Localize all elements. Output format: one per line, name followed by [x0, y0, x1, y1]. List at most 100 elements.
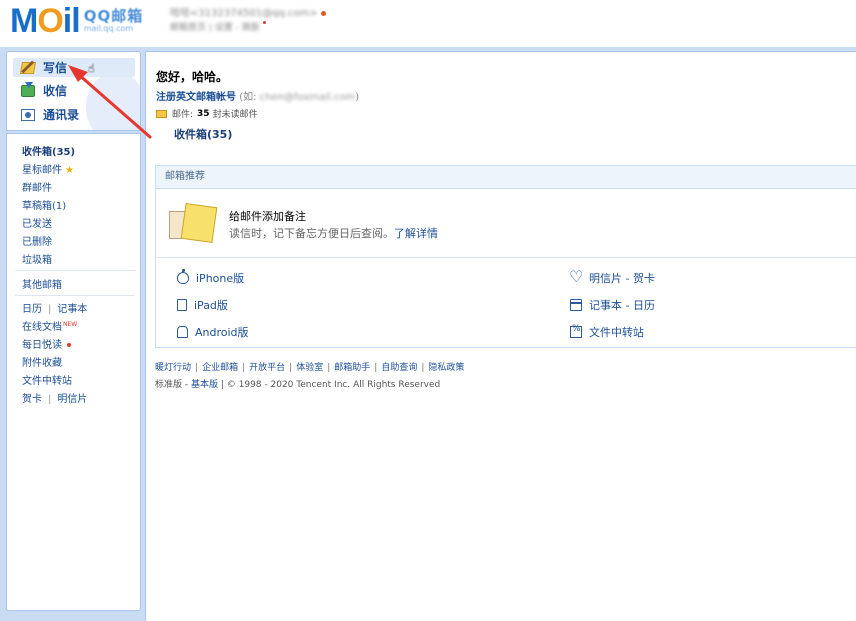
notebook-label: 记事本 - 日历: [589, 299, 655, 312]
footer-link[interactable]: 暖灯行动: [155, 363, 191, 373]
unread-count: 35: [197, 108, 210, 119]
online-docs-label: 在线文档: [22, 322, 62, 333]
sidebar-item-deleted[interactable]: 已删除: [22, 233, 52, 248]
footer-link[interactable]: 企业邮箱: [202, 363, 238, 373]
sidebar-item-file-transfer[interactable]: 文件中转站: [22, 372, 72, 387]
calendar-icon: [570, 299, 582, 311]
sidebar-divider: [15, 295, 135, 296]
footer-copyright: 标准版 - 基本版 | © 1998 - 2020 Tencent Inc. A…: [155, 377, 440, 390]
file-transfer-label: 文件中转站: [589, 326, 644, 339]
unread-dot-icon: [67, 343, 71, 347]
app-iphone-link[interactable]: iPhone版: [177, 269, 245, 286]
sidebar-folder-list: 收件箱(35) 星标邮件 ★ 群邮件 草稿箱(1) 已发送 已删除 垃圾箱 其他邮…: [6, 133, 141, 611]
footer-link[interactable]: 隐私政策: [428, 363, 464, 373]
sidebar-divider: [15, 270, 135, 271]
status-dot-icon: [320, 10, 326, 16]
receive-mail-button[interactable]: 收信: [13, 81, 135, 100]
sidebar-item-drafts[interactable]: 草稿箱(1): [22, 197, 66, 212]
recommend-title: 邮箱推荐: [156, 166, 856, 189]
sidebar-item-daily-reading[interactable]: 每日悦读: [22, 336, 71, 351]
main-panel: 您好，哈哈。 注册英文邮箱帐号 (如: chen@foxmail.com) 邮件…: [145, 51, 856, 621]
footer-link[interactable]: 自助查询: [381, 363, 417, 373]
footer-link[interactable]: 开放平台: [249, 363, 285, 373]
basic-version-link[interactable]: 基本版: [191, 380, 218, 390]
register-link[interactable]: 注册英文邮箱帐号: [156, 92, 236, 103]
sidebar-item-notes[interactable]: 记事本: [57, 304, 87, 315]
sidebar-item-spam[interactable]: 垃圾箱: [22, 251, 52, 266]
app-postcard-link[interactable]: 明信片 - 贺卡: [569, 267, 655, 286]
tablet-icon: [177, 299, 187, 311]
pipe-divider: |: [48, 304, 52, 315]
envelope-icon: [156, 109, 167, 118]
version-dash: -: [182, 380, 191, 390]
learn-more-link[interactable]: 了解详情: [394, 227, 438, 240]
hand-cursor-icon: ☝: [88, 62, 95, 75]
sidebar-item-attachments[interactable]: 附件收藏: [22, 354, 62, 369]
pipe-divider: |: [48, 394, 52, 405]
logo-mail-text: MOil: [10, 2, 81, 40]
note-feature-desc: 读信时，记下备忘方便日后查阅。了解详情: [229, 225, 438, 241]
sidebar-item-sent[interactable]: 已发送: [22, 215, 52, 230]
logo-domain: mail.qq.com: [83, 23, 134, 33]
sidebar-item-postcards[interactable]: 明信片: [57, 394, 87, 405]
register-english-account: 注册英文邮箱帐号 (如: chen@foxmail.com): [156, 88, 359, 103]
pipe-divider: |: [289, 363, 293, 373]
sidebar-item-other-mailboxes[interactable]: 其他邮箱: [22, 276, 62, 291]
sidebar-item-groups[interactable]: 群邮件: [22, 179, 52, 194]
pipe-divider: |: [242, 363, 246, 373]
recommend-panel: 邮箱推荐 给邮件添加备注 读信时，记下备忘方便日后查阅。了解详情 iPhone版…: [155, 165, 856, 348]
app-notebook-link[interactable]: 记事本 - 日历: [570, 297, 655, 313]
contacts-button[interactable]: 通讯录: [13, 105, 135, 124]
compose-button[interactable]: 写信: [13, 58, 135, 77]
footer-link[interactable]: 体验室: [296, 363, 323, 373]
pipe-divider: |: [421, 363, 425, 373]
pencil-note-icon: [19, 61, 37, 74]
android-icon: [177, 326, 188, 338]
sidebar-item-inbox[interactable]: 收件箱(35): [22, 143, 75, 158]
greeting-text: 您好，哈哈。: [156, 70, 229, 84]
heart-icon: [569, 267, 583, 286]
user-info: 哈哈<3132374501@qq.com> 邮箱首页 | 设置 - 换肤: [170, 6, 326, 36]
starred-label: 星标邮件: [22, 165, 62, 176]
iphone-label: iPhone版: [196, 272, 245, 285]
register-hint-suffix: ): [355, 92, 360, 103]
inbox-shortcut-link[interactable]: 收件箱(35): [174, 126, 232, 142]
logo-qq-block: QQ邮箱 mail.qq.com: [84, 8, 144, 33]
sidebar-item-online-docs[interactable]: 在线文档NEW: [22, 318, 77, 333]
note-desc-text: 读信时，记下备忘方便日后查阅。: [229, 227, 394, 240]
receive-label: 收信: [43, 84, 68, 98]
register-hint-example: chen@foxmail.com: [259, 92, 356, 103]
compose-label: 写信: [43, 61, 68, 75]
sidebar-item-cards[interactable]: 贺卡: [22, 394, 42, 405]
pipe-divider: |: [195, 363, 199, 373]
standard-version-label: 标准版: [155, 380, 183, 390]
app-ipad-link[interactable]: iPad版: [177, 297, 228, 313]
sidebar-item-starred[interactable]: 星标邮件 ★: [22, 161, 74, 176]
sticky-note-envelope-icon: [169, 202, 218, 245]
contacts-label: 通讯录: [43, 108, 80, 122]
star-icon: ★: [65, 165, 74, 176]
sidebar-item-calendar[interactable]: 日历: [22, 304, 42, 315]
footer-links: 暖灯行动 | 企业邮箱 | 开放平台 | 体验室 | 邮箱助手 | 自助查询 | 隐私政策: [155, 360, 464, 373]
sidebar-row-calendar-notes: 日历 | 记事本: [22, 300, 87, 315]
sidebar-row-cards: 贺卡 | 明信片: [22, 390, 87, 405]
ipad-label: iPad版: [194, 299, 228, 312]
user-account: 哈哈<3132374501@qq.com>: [170, 8, 318, 19]
file-transfer-icon: [570, 324, 582, 338]
qq-mail-logo[interactable]: MOil QQ邮箱 mail.qq.com: [10, 4, 143, 38]
pipe-divider: |: [327, 363, 331, 373]
app-file-transfer-link[interactable]: 文件中转站: [570, 324, 644, 340]
footer-link[interactable]: 邮箱助手: [334, 363, 370, 373]
logo-qq-title: QQ邮箱: [83, 7, 144, 26]
pipe-divider: |: [374, 363, 378, 373]
contacts-card-icon: [21, 108, 35, 121]
android-label: Android版: [195, 326, 249, 339]
top-header: MOil QQ邮箱 mail.qq.com 哈哈<3132374501@qq.c…: [0, 0, 856, 47]
unread-summary: 邮件: 35 封未读邮件: [156, 107, 258, 120]
notification-dot-icon: [262, 21, 266, 24]
note-feature-promo: 给邮件添加备注 读信时，记下备忘方便日后查阅。了解详情: [156, 190, 856, 258]
sidebar-actions: 写信 收信 通讯录: [6, 51, 141, 131]
header-links[interactable]: 邮箱首页 | 设置 - 换肤: [170, 23, 260, 33]
app-android-link[interactable]: Android版: [177, 324, 249, 340]
unread-prefix: 邮件:: [172, 110, 194, 120]
